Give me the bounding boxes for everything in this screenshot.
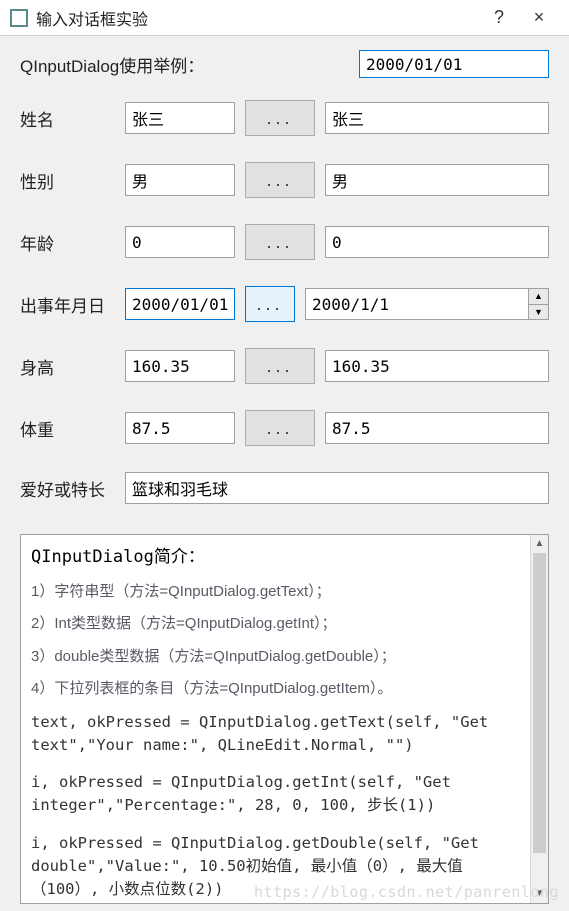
height-browse-button[interactable]: ... [245,348,315,384]
scroll-up-icon[interactable]: ▲ [531,535,548,553]
close-icon[interactable]: × [519,7,559,28]
info-item-4: 4）下拉列表框的条目（方法=QInputDialog.getItem）。 [31,678,520,701]
header-row: QInputDialog使用举例： [20,50,549,78]
date-right-input[interactable] [306,289,528,319]
dialog-content: QInputDialog使用举例： 姓名 ... 性别 ... 年龄 ... 出… [0,36,569,528]
spin-down-icon[interactable]: ▼ [529,305,548,320]
weight-left-input[interactable] [125,412,235,444]
date-label: 出事年月日 [20,292,115,317]
info-heading: QInputDialog简介： [31,545,520,571]
weight-browse-button[interactable]: ... [245,410,315,446]
age-label: 年龄 [20,230,115,255]
scroll-down-icon[interactable]: ▼ [531,885,548,903]
gender-browse-button[interactable]: ... [245,162,315,198]
info-item-1: 1）字符串型（方法=QInputDialog.getText）； [31,581,520,604]
title-bar: 输入对话框实验 ? × [0,0,569,36]
height-right-input[interactable] [325,350,549,382]
gender-right-input[interactable] [325,164,549,196]
name-browse-button[interactable]: ... [245,100,315,136]
height-left-input[interactable] [125,350,235,382]
age-left-input[interactable] [125,226,235,258]
info-item-3: 3）double类型数据（方法=QInputDialog.getDouble）； [31,646,520,669]
help-icon[interactable]: ? [479,7,519,28]
height-row: 身高 ... [20,348,549,384]
weight-label: 体重 [20,416,115,441]
date-spin-buttons: ▲ ▼ [528,289,548,319]
hobby-input[interactable] [125,472,549,504]
date-browse-button[interactable]: ... [245,286,295,322]
info-textbox: QInputDialog简介： 1）字符串型（方法=QInputDialog.g… [20,534,549,904]
date-left-input[interactable] [125,288,235,320]
info-code-1: text, okPressed = QInputDialog.getText(s… [31,711,520,758]
age-right-input[interactable] [325,226,549,258]
spin-up-icon[interactable]: ▲ [529,289,548,305]
gender-row: 性别 ... [20,162,549,198]
hobby-label: 爱好或特长 [20,476,115,501]
weight-right-input[interactable] [325,412,549,444]
scroll-thumb[interactable] [533,553,546,853]
info-item-2: 2）Int类型数据（方法=QInputDialog.getInt）； [31,613,520,636]
header-input[interactable] [359,50,549,78]
window-title: 输入对话框实验 [36,6,479,30]
hobby-row: 爱好或特长 [20,472,549,504]
gender-left-input[interactable] [125,164,235,196]
age-row: 年龄 ... [20,224,549,260]
name-row: 姓名 ... [20,100,549,136]
height-label: 身高 [20,354,115,379]
app-icon [10,9,28,27]
date-spinbox[interactable]: ▲ ▼ [305,288,549,320]
date-row: 出事年月日 ... ▲ ▼ [20,286,549,322]
info-code-2: i, okPressed = QInputDialog.getInt(self,… [31,771,520,818]
header-label: QInputDialog使用举例： [20,52,204,77]
weight-row: 体重 ... [20,410,549,446]
age-browse-button[interactable]: ... [245,224,315,260]
name-left-input[interactable] [125,102,235,134]
gender-label: 性别 [20,168,115,193]
name-right-input[interactable] [325,102,549,134]
vertical-scrollbar[interactable]: ▲ ▼ [530,535,548,903]
info-code-3: i, okPressed = QInputDialog.getDouble(se… [31,832,520,902]
name-label: 姓名 [20,106,115,131]
info-content[interactable]: QInputDialog简介： 1）字符串型（方法=QInputDialog.g… [21,535,530,903]
